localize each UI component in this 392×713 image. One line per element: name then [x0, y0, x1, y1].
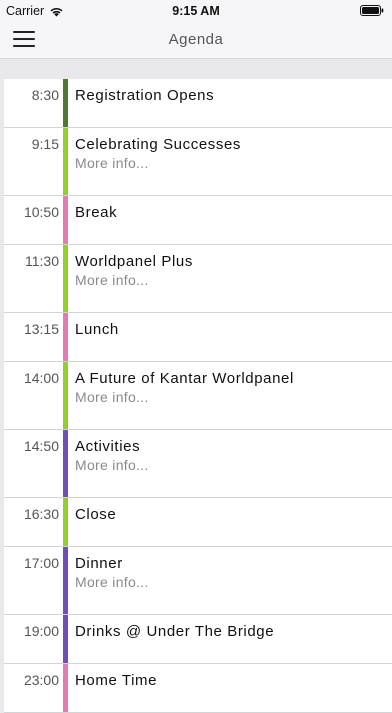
agenda-item-color-bar	[63, 430, 68, 497]
agenda-item-color-bar	[63, 313, 68, 361]
agenda-item-color-bar	[63, 196, 68, 244]
agenda-item-color-bar	[63, 498, 68, 546]
agenda-item-time: 19:00	[23, 623, 59, 639]
agenda-item-title: Lunch	[75, 321, 119, 338]
page-title: Agenda	[168, 31, 224, 48]
agenda-item[interactable]: 16:30 Close	[4, 498, 392, 547]
agenda-item[interactable]: 8:30 Registration Opens	[4, 79, 392, 128]
more-info-link[interactable]: More info...	[75, 574, 149, 590]
agenda-item-title: Home Time	[75, 672, 158, 689]
agenda-item-time: 9:15	[31, 136, 59, 152]
agenda-item[interactable]: 13:15 Lunch	[4, 313, 392, 362]
agenda-item-time: 14:50	[23, 438, 59, 454]
status-bar: Carrier 9:15 AM	[0, 0, 392, 22]
agenda-item-color-bar	[63, 245, 68, 312]
agenda-item-title: Break	[75, 204, 118, 221]
agenda-item[interactable]: 9:15 Celebrating Successes More info...	[4, 128, 392, 196]
agenda-item-color-bar	[63, 615, 68, 663]
agenda-item-time: 23:00	[23, 672, 59, 688]
agenda-item-title: Worldpanel Plus	[75, 253, 193, 270]
agenda-item-color-bar	[63, 362, 68, 429]
agenda-item-time: 10:50	[23, 204, 59, 220]
more-info-link[interactable]: More info...	[75, 389, 149, 405]
agenda-item-time: 8:30	[31, 87, 59, 103]
agenda-item-title: Activities	[75, 438, 141, 455]
agenda-item[interactable]: 14:00 A Future of Kantar Worldpanel More i…	[4, 362, 392, 430]
battery-icon	[360, 5, 384, 16]
agenda-item-title: Dinner	[75, 555, 123, 572]
agenda-item-color-bar	[63, 79, 68, 127]
agenda-item-title: Registration Opens	[75, 87, 215, 104]
agenda-item[interactable]: 14:50 Activities More info...	[4, 430, 392, 498]
agenda-item[interactable]: 23:00 Home Time	[4, 664, 392, 713]
agenda-item-time: 16:30	[23, 506, 59, 522]
more-info-link[interactable]: More info...	[75, 272, 149, 288]
agenda-item[interactable]: 11:30 Worldpanel Plus More info...	[4, 245, 392, 313]
agenda-item-time: 14:00	[23, 370, 59, 386]
nav-bar: Agenda	[0, 22, 392, 59]
agenda-item-color-bar	[63, 547, 68, 614]
agenda-item-title: A Future of Kantar Worldpanel	[75, 370, 294, 387]
agenda-item-title: Celebrating Successes	[75, 136, 242, 153]
agenda-item-time: 13:15	[23, 321, 59, 337]
list-top-spacer	[0, 59, 392, 79]
agenda-item-color-bar	[63, 664, 68, 712]
agenda-item[interactable]: 19:00 Drinks @ Under The Bridge	[4, 615, 392, 664]
more-info-link[interactable]: More info...	[75, 155, 149, 171]
agenda-item-time: 11:30	[25, 253, 59, 269]
agenda-item-time: 17:00	[23, 555, 59, 571]
agenda-item-color-bar	[63, 128, 68, 195]
more-info-link[interactable]: More info...	[75, 457, 149, 473]
agenda-list: 8:30 Registration Opens 9:15 Celebrating Su…	[4, 79, 392, 713]
agenda-item[interactable]: 17:00 Dinner More info...	[4, 547, 392, 615]
agenda-item-title: Close	[75, 506, 117, 523]
status-time: 9:15 AM	[172, 4, 220, 18]
agenda-item[interactable]: 10:50 Break	[4, 196, 392, 245]
agenda-item-title: Drinks @ Under The Bridge	[75, 623, 275, 640]
